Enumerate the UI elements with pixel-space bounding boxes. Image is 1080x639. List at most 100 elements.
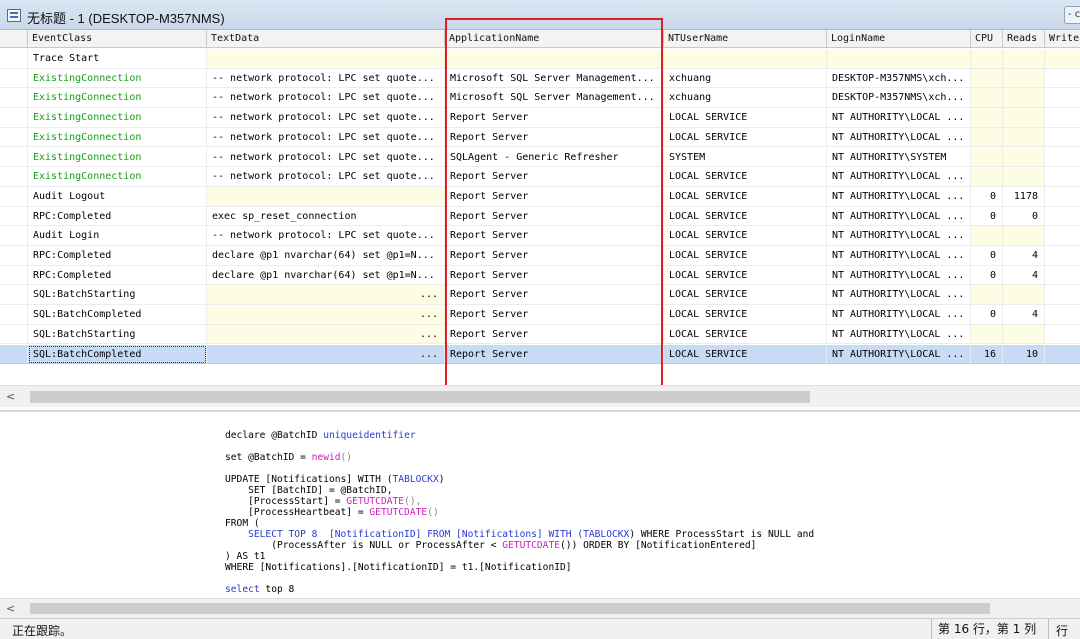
cell-textdata: -- network protocol: LPC set quote... <box>207 167 445 187</box>
grid-horizontal-scrollbar[interactable]: < <box>0 385 1080 407</box>
col-header-ntusername[interactable]: NTUserName <box>664 30 827 48</box>
cell-applicationname: SQLAgent - Generic Refresher <box>445 147 664 168</box>
cell-writes <box>1045 88 1080 109</box>
cell-applicationname: Microsoft SQL Server Management... <box>445 88 664 109</box>
cell-loginname: NT AUTHORITY\LOCAL ... <box>827 186 971 207</box>
table-row[interactable]: ExistingConnection -- network protocol: L… <box>0 68 1080 89</box>
cell-applicationname <box>445 49 664 69</box>
row-selector[interactable] <box>0 246 28 266</box>
row-selector[interactable] <box>0 147 28 168</box>
row-selector[interactable] <box>0 88 28 109</box>
cell-loginname: NT AUTHORITY\LOCAL ... <box>827 305 971 325</box>
cell-eventclass: SQL:BatchStarting <box>28 285 207 306</box>
row-selector[interactable] <box>0 285 28 306</box>
cell-ntusername: LOCAL SERVICE <box>664 108 827 128</box>
cell-eventclass: ExistingConnection <box>28 68 207 89</box>
sql-line: declare @BatchID uniqueidentifier <box>225 430 416 441</box>
cell-cpu: 0 <box>971 265 1003 286</box>
cell-loginname: NT AUTHORITY\LOCAL ... <box>827 265 971 286</box>
table-row[interactable]: ExistingConnection -- network protocol: L… <box>0 88 1080 109</box>
cell-textdata: -- network protocol: LPC set quote... <box>207 68 445 89</box>
cell-reads <box>1003 127 1045 148</box>
sql-text-pane[interactable]: declare @BatchID uniqueidentifier set @B… <box>0 410 1080 598</box>
cell-eventclass: RPC:Completed <box>28 206 207 227</box>
cell-applicationname: Report Server <box>445 206 664 227</box>
col-header-loginname[interactable]: LoginName <box>827 30 971 48</box>
scroll-thumb[interactable] <box>30 603 990 614</box>
table-row[interactable]: SQL:BatchCompleted... Report Server LOCAL … <box>0 344 1080 365</box>
cell-cpu <box>971 49 1003 69</box>
row-selector[interactable] <box>0 206 28 227</box>
table-row[interactable]: Audit Logout Report Server LOCAL SERVICE NT… <box>0 186 1080 207</box>
col-header-reads[interactable]: Reads <box>1003 30 1045 48</box>
table-row[interactable]: ExistingConnection -- network protocol: L… <box>0 147 1080 168</box>
row-selector[interactable] <box>0 68 28 89</box>
window-title: 无标题 - 1 (DESKTOP-M357NMS) <box>27 11 225 26</box>
cell-writes <box>1045 226 1080 246</box>
table-row[interactable]: ExistingConnection -- network protocol: L… <box>0 167 1080 187</box>
row-selector[interactable] <box>0 324 28 345</box>
cell-loginname <box>827 49 971 69</box>
cell-ntusername: LOCAL SERVICE <box>664 167 827 187</box>
cell-reads: 4 <box>1003 305 1045 325</box>
row-selector[interactable] <box>0 49 28 69</box>
cell-writes <box>1045 69 1080 89</box>
cell-eventclass: Audit Logout <box>28 186 207 207</box>
table-row[interactable]: Trace Start <box>0 49 1080 69</box>
table-row[interactable]: Audit Login -- network protocol: LPC set … <box>0 226 1080 246</box>
cell-applicationname: Report Server <box>445 344 664 365</box>
table-row[interactable]: RPC:Completed declare @p1 nvarchar(64) se… <box>0 246 1080 266</box>
col-header-cpu[interactable]: CPU <box>971 30 1003 48</box>
cell-reads: 1178 <box>1003 186 1045 207</box>
scroll-thumb[interactable] <box>30 391 810 403</box>
cell-eventclass: Audit Login <box>28 226 207 246</box>
cell-writes <box>1045 246 1080 266</box>
status-text: 正在跟踪。 <box>12 624 73 638</box>
cell-cpu: 0 <box>971 305 1003 325</box>
cell-ntusername: LOCAL SERVICE <box>664 127 827 148</box>
cell-ntusername: SYSTEM <box>664 147 827 168</box>
row-selector[interactable] <box>0 186 28 207</box>
cell-applicationname: Report Server <box>445 108 664 128</box>
col-header-applicationname[interactable]: ApplicationName <box>445 30 664 48</box>
cell-ntusername: xchuang <box>664 88 827 109</box>
table-row[interactable]: ExistingConnection -- network protocol: L… <box>0 108 1080 128</box>
cell-writes <box>1045 108 1080 128</box>
row-selector[interactable] <box>0 344 28 365</box>
scroll-left-arrow-icon[interactable]: < <box>6 390 20 404</box>
text-horizontal-scrollbar[interactable]: < <box>0 598 1080 618</box>
cell-cpu <box>971 147 1003 168</box>
cell-reads <box>1003 88 1045 109</box>
col-header-eventclass[interactable]: EventClass <box>28 30 207 48</box>
sql-line: UPDATE [Notifications] WITH (TABLOCKX) <box>225 474 445 485</box>
table-row[interactable]: SQL:BatchStarting... Report Server LOCAL S… <box>0 285 1080 306</box>
cell-writes <box>1045 49 1080 69</box>
cell-cpu <box>971 127 1003 148</box>
cell-reads <box>1003 167 1045 187</box>
row-selector[interactable] <box>0 127 28 148</box>
row-selector[interactable] <box>0 265 28 286</box>
scroll-left-arrow-icon[interactable]: < <box>6 602 15 615</box>
row-selector[interactable] <box>0 226 28 246</box>
table-row[interactable]: SQL:BatchStarting... Report Server LOCAL S… <box>0 324 1080 345</box>
cell-loginname: NT AUTHORITY\LOCAL ... <box>827 285 971 306</box>
window-button[interactable]: - c <box>1064 6 1080 24</box>
row-selector[interactable] <box>0 108 28 128</box>
sql-line: SET [BatchID] = @BatchID, <box>225 485 393 496</box>
row-selector[interactable] <box>0 305 28 325</box>
table-row[interactable]: RPC:Completed exec sp_reset_connection Rep… <box>0 206 1080 227</box>
table-row[interactable]: ExistingConnection -- network protocol: L… <box>0 127 1080 148</box>
cell-ntusername: xchuang <box>664 68 827 89</box>
cell-loginname: NT AUTHORITY\LOCAL ... <box>827 344 971 365</box>
cell-writes <box>1045 148 1080 168</box>
row-selector[interactable] <box>0 167 28 187</box>
col-header-writes[interactable]: Writes <box>1045 30 1080 48</box>
cell-applicationname: Report Server <box>445 127 664 148</box>
table-row[interactable]: SQL:BatchCompleted... Report Server LOCAL … <box>0 305 1080 325</box>
cell-loginname: DESKTOP-M357NMS\xch... <box>827 88 971 109</box>
cell-eventclass: ExistingConnection <box>28 167 207 187</box>
cell-cpu <box>971 88 1003 109</box>
table-row[interactable]: RPC:Completed declare @p1 nvarchar(64) se… <box>0 265 1080 286</box>
col-header-textdata[interactable]: TextData <box>207 30 445 48</box>
cell-reads <box>1003 226 1045 246</box>
